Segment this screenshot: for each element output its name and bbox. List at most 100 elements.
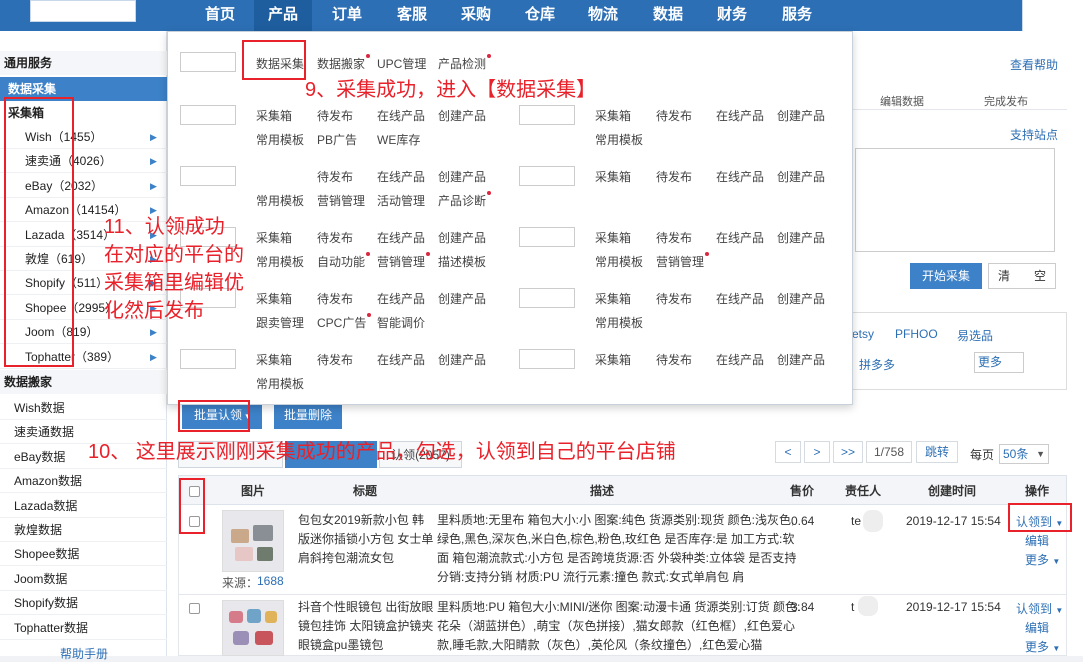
menu-item[interactable]: 采集箱 bbox=[595, 351, 631, 368]
site-link-yixuanpin[interactable]: 易选品 bbox=[957, 327, 993, 344]
menu-item[interactable]: 数据搬家 bbox=[317, 54, 371, 72]
nav-item-3[interactable]: 客服 bbox=[383, 0, 441, 31]
batch-delete-button[interactable]: 批量删除 bbox=[274, 402, 342, 429]
nav-item-4[interactable]: 采购 bbox=[447, 0, 505, 31]
menu-item[interactable]: 在线产品 bbox=[716, 168, 764, 185]
sidebar-data-item[interactable]: Amazon数据 bbox=[0, 469, 167, 494]
nav-item-8[interactable]: 财务 bbox=[703, 0, 761, 31]
pager-prev-button[interactable]: < bbox=[775, 441, 801, 463]
menu-item[interactable]: 跟卖管理 bbox=[256, 314, 304, 331]
menu-item[interactable]: 采集箱 bbox=[256, 290, 292, 307]
nav-user-area[interactable] bbox=[1022, 0, 1083, 31]
menu-item[interactable]: 待发布 bbox=[656, 229, 692, 246]
menu-item[interactable]: 采集箱 bbox=[256, 229, 292, 246]
sidebar-data-item[interactable]: Tophatter数据 bbox=[0, 616, 167, 640]
nav-item-2[interactable]: 订单 bbox=[318, 0, 376, 31]
product-title[interactable]: 包包女2019新款小包 韩版迷你插锁小方包 女士单肩斜挎包潮流女包 bbox=[298, 511, 434, 587]
menu-item[interactable]: 在线产品 bbox=[716, 351, 764, 368]
menu-item[interactable]: 常用模板 bbox=[595, 253, 643, 270]
menu-item[interactable]: 营销管理 bbox=[656, 252, 710, 270]
menu-item[interactable]: 创建产品 bbox=[438, 290, 486, 307]
sidebar-data-item[interactable]: 敦煌数据 bbox=[0, 518, 167, 542]
source-link[interactable]: 1688 bbox=[257, 574, 284, 588]
tab-publish[interactable]: 完成发布 bbox=[984, 93, 1028, 109]
menu-item[interactable]: 采集箱 bbox=[256, 107, 292, 124]
menu-item[interactable]: 在线产品 bbox=[377, 107, 425, 124]
menu-item[interactable]: 待发布 bbox=[317, 229, 353, 246]
menu-item[interactable]: 创建产品 bbox=[438, 168, 486, 185]
pager-next-button[interactable]: > bbox=[804, 441, 830, 463]
page-jump-button[interactable]: 跳转 bbox=[916, 441, 958, 463]
menu-item[interactable]: 创建产品 bbox=[438, 351, 486, 368]
sidebar-data-item[interactable]: Lazada数据 bbox=[0, 494, 167, 518]
sidebar-data-item[interactable]: Shopee数据 bbox=[0, 542, 167, 567]
clear-button[interactable]: 清 空 bbox=[988, 263, 1056, 289]
menu-item[interactable]: 待发布 bbox=[317, 168, 353, 185]
menu-item[interactable]: 常用模板 bbox=[595, 131, 643, 148]
menu-item[interactable]: 创建产品 bbox=[777, 351, 825, 368]
menu-item[interactable]: 自动功能 bbox=[317, 252, 371, 270]
nav-item-0[interactable]: 首页 bbox=[191, 0, 249, 31]
row-checkbox[interactable] bbox=[189, 603, 200, 614]
per-page-select[interactable]: 50条 ▼ bbox=[999, 444, 1049, 464]
site-link-etsy[interactable]: etsy bbox=[852, 327, 874, 341]
menu-item[interactable]: 活动管理 bbox=[377, 192, 425, 209]
menu-item[interactable]: 常用模板 bbox=[595, 314, 643, 331]
sidebar-data-item[interactable]: Wish数据 bbox=[0, 396, 167, 420]
menu-item[interactable]: 常用模板 bbox=[256, 192, 304, 209]
menu-item[interactable]: 在线产品 bbox=[377, 351, 425, 368]
start-collect-button[interactable]: 开始采集 bbox=[910, 263, 982, 289]
menu-item[interactable]: WE库存 bbox=[377, 131, 420, 148]
menu-item[interactable]: 描述模板 bbox=[438, 253, 486, 270]
menu-item[interactable]: 常用模板 bbox=[256, 253, 304, 270]
menu-item[interactable]: 采集箱 bbox=[595, 107, 631, 124]
site-link-pfhoo[interactable]: PFHOO bbox=[895, 327, 938, 341]
logo[interactable] bbox=[30, 0, 136, 22]
menu-item[interactable]: 在线产品 bbox=[716, 229, 764, 246]
product-thumbnail[interactable] bbox=[222, 510, 284, 572]
menu-item[interactable]: 常用模板 bbox=[256, 375, 304, 392]
menu-item[interactable]: 待发布 bbox=[317, 107, 353, 124]
menu-item[interactable]: 智能调价 bbox=[377, 314, 425, 331]
menu-item[interactable]: 创建产品 bbox=[777, 290, 825, 307]
menu-item[interactable]: PB广告 bbox=[317, 131, 357, 148]
menu-item[interactable]: 待发布 bbox=[656, 351, 692, 368]
menu-item[interactable]: 创建产品 bbox=[777, 107, 825, 124]
product-thumbnail[interactable] bbox=[222, 600, 284, 656]
edit-link[interactable]: 编辑 bbox=[1025, 619, 1049, 636]
more-actions-link[interactable]: 更多 ▼ bbox=[1025, 638, 1060, 655]
view-help-link[interactable]: 查看帮助 bbox=[1010, 56, 1058, 73]
pager-last-button[interactable]: >> bbox=[833, 441, 863, 463]
menu-item[interactable]: 营销管理 bbox=[317, 192, 365, 209]
nav-item-6[interactable]: 物流 bbox=[574, 0, 632, 31]
menu-item[interactable]: 采集箱 bbox=[595, 168, 631, 185]
menu-item[interactable]: 采集箱 bbox=[595, 229, 631, 246]
nav-item-9[interactable]: 服务 bbox=[768, 0, 826, 31]
menu-item[interactable]: 待发布 bbox=[317, 351, 353, 368]
menu-item[interactable]: 创建产品 bbox=[777, 229, 825, 246]
edit-link[interactable]: 编辑 bbox=[1025, 532, 1049, 549]
menu-item[interactable]: 在线产品 bbox=[716, 290, 764, 307]
menu-item[interactable]: 待发布 bbox=[656, 107, 692, 124]
menu-item[interactable]: 在线产品 bbox=[377, 290, 425, 307]
claim-to-link[interactable]: 认领到 ▼ bbox=[1016, 600, 1063, 617]
sidebar-data-item[interactable]: Shopify数据 bbox=[0, 591, 167, 616]
menu-item[interactable]: 待发布 bbox=[656, 168, 692, 185]
product-title[interactable]: 抖音个性眼镜包 出街放眼镜包挂饰 太阳镜盒护镜夹眼镜盒pu墨镜包 bbox=[298, 598, 434, 656]
menu-item[interactable]: 创建产品 bbox=[438, 229, 486, 246]
menu-item[interactable]: 创建产品 bbox=[438, 107, 486, 124]
menu-item[interactable]: 产品检测 bbox=[438, 54, 492, 72]
tab-edit-data[interactable]: 编辑数据 bbox=[880, 93, 924, 109]
more-actions-link[interactable]: 更多 ▼ bbox=[1025, 551, 1060, 568]
menu-item[interactable]: 创建产品 bbox=[777, 168, 825, 185]
menu-item[interactable]: 待发布 bbox=[317, 290, 353, 307]
menu-item[interactable]: 营销管理 bbox=[377, 252, 431, 270]
menu-item[interactable]: UPC管理 bbox=[377, 55, 426, 72]
menu-item[interactable]: 待发布 bbox=[656, 290, 692, 307]
nav-item-5[interactable]: 仓库 bbox=[511, 0, 569, 31]
supported-sites-link[interactable]: 支持站点 bbox=[1010, 126, 1058, 143]
menu-item[interactable]: 在线产品 bbox=[377, 229, 425, 246]
site-link-pinduoduo[interactable]: 拼多多 bbox=[859, 356, 895, 373]
menu-item[interactable]: 在线产品 bbox=[716, 107, 764, 124]
menu-item[interactable]: 在线产品 bbox=[377, 168, 425, 185]
